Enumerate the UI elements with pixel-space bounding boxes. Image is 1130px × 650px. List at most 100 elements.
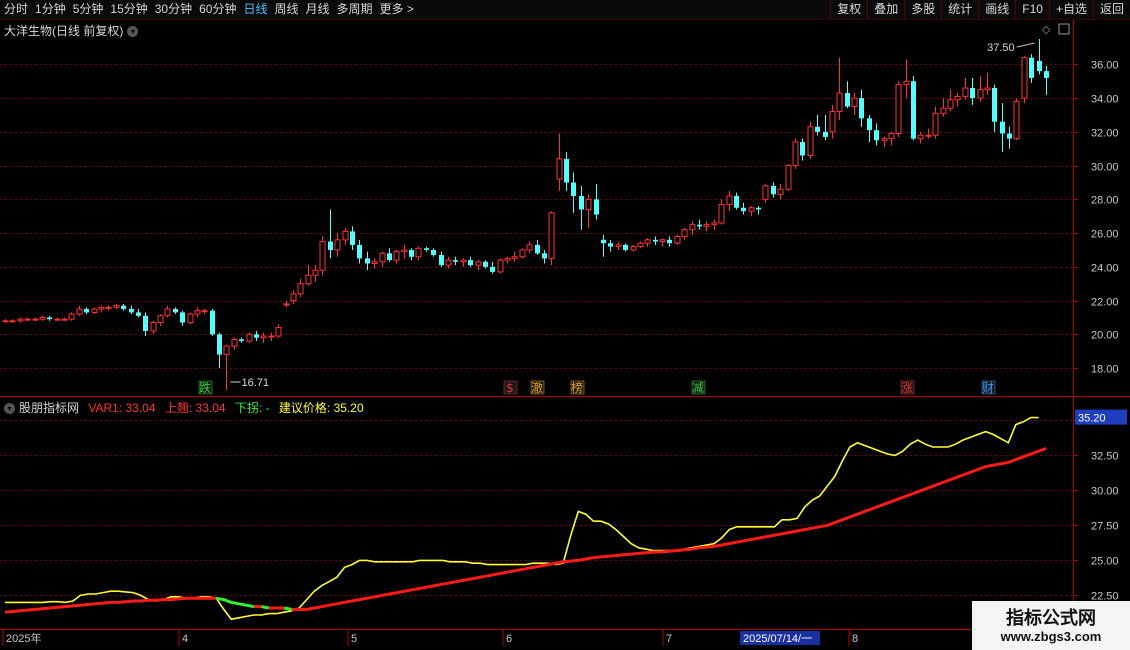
candle-body — [903, 80, 910, 86]
candle-body — [468, 260, 473, 266]
advice-value: 建议价格: 35.20 — [278, 401, 364, 415]
watermark-url: www.zbgs3.com — [1000, 629, 1102, 644]
candle — [76, 305, 83, 316]
candle-body — [379, 252, 386, 263]
candle — [409, 248, 414, 261]
x-tick-label: 6 — [506, 633, 512, 645]
candle — [1021, 55, 1028, 104]
candle — [947, 89, 954, 112]
candle — [2, 319, 9, 323]
y-tick-label: 34.00 — [1091, 94, 1119, 106]
candle-body — [659, 239, 666, 243]
candle — [54, 317, 61, 321]
diamond-icon[interactable]: ◇ — [1042, 23, 1051, 36]
candle — [992, 84, 997, 132]
candle — [867, 114, 872, 142]
candle-body — [734, 195, 739, 208]
panel-toggle-icon[interactable] — [1058, 23, 1070, 35]
candle-body — [39, 316, 46, 320]
candle — [504, 256, 511, 264]
candle-body — [895, 84, 902, 135]
candle-body — [98, 306, 105, 310]
candle-body — [275, 327, 282, 337]
candle-body — [393, 251, 400, 261]
candle-body — [328, 241, 333, 250]
candle — [424, 246, 429, 252]
candle — [1037, 39, 1042, 75]
candle-body — [54, 318, 61, 321]
chevron-down-icon[interactable]: ▾ — [127, 26, 139, 38]
event-marker-5: 涨 — [900, 380, 915, 395]
event-marker-text: 财 — [982, 381, 994, 395]
event-marker-text: $ — [506, 381, 514, 395]
candle-body — [68, 313, 75, 320]
candle — [659, 238, 666, 247]
y-tick-label: 27.50 — [1091, 521, 1119, 533]
candle — [173, 307, 178, 315]
candle — [585, 194, 592, 229]
candle — [143, 312, 148, 337]
candle-body — [601, 239, 606, 244]
candle — [762, 184, 769, 203]
chart-canvas[interactable]: 18.00 20.00 22.00 24.00 26.00 28.00 30.00 32.00… — [0, 0, 1130, 650]
candle-body — [76, 308, 83, 315]
candle — [697, 219, 702, 230]
candle-body — [792, 141, 799, 167]
candle-body — [542, 253, 547, 259]
chevron-down-icon[interactable]: ▾ — [4, 403, 15, 415]
candle — [445, 256, 452, 269]
candle-body — [415, 247, 422, 258]
candle — [283, 300, 290, 308]
candle-body — [836, 92, 843, 113]
candle — [136, 309, 141, 318]
candle-body — [608, 243, 613, 247]
candle-body — [260, 335, 267, 339]
candle-body — [519, 249, 526, 258]
candle — [47, 315, 52, 321]
event-marker-text: 澈 — [531, 380, 543, 395]
candle — [1044, 66, 1049, 95]
candle-body — [1007, 133, 1012, 139]
candle-body — [644, 239, 651, 244]
var1-line-segment — [4, 596, 217, 614]
candle-body — [681, 229, 688, 237]
candle — [829, 104, 836, 139]
candle-body — [217, 334, 222, 355]
y-tick-label: 20.00 — [1091, 330, 1119, 342]
candle — [68, 312, 75, 321]
x-tick-label: 8 — [852, 633, 858, 645]
candle-body — [859, 98, 864, 119]
candle-body — [312, 269, 319, 276]
candle — [401, 244, 408, 259]
candle — [129, 305, 134, 315]
candle-body — [1000, 121, 1005, 134]
candle — [387, 248, 392, 262]
event-marker-0: 跌 — [198, 380, 213, 395]
candle-body — [475, 261, 482, 266]
candle-body — [571, 182, 576, 196]
candle — [535, 239, 540, 256]
candle — [851, 93, 858, 115]
event-marker-3: 榜 — [570, 380, 585, 395]
candle-body — [637, 242, 644, 248]
candle-body — [762, 185, 769, 200]
candle — [328, 209, 333, 259]
candle-body — [579, 195, 584, 210]
candle — [342, 228, 349, 245]
candle — [187, 312, 194, 325]
candle-body — [718, 203, 725, 224]
candle-body — [823, 131, 828, 137]
candle — [895, 81, 902, 137]
candle-body — [17, 318, 24, 322]
candle — [608, 239, 613, 252]
candle-body — [453, 260, 458, 262]
candle-body — [357, 244, 362, 259]
candle — [61, 317, 68, 321]
event-marker-text: 减 — [692, 381, 704, 395]
candle — [917, 131, 924, 144]
event-marker-text: 涨 — [901, 380, 913, 395]
candle — [526, 241, 533, 254]
candle-body — [548, 212, 555, 259]
candle-body — [703, 224, 710, 227]
candle-body — [365, 258, 370, 264]
